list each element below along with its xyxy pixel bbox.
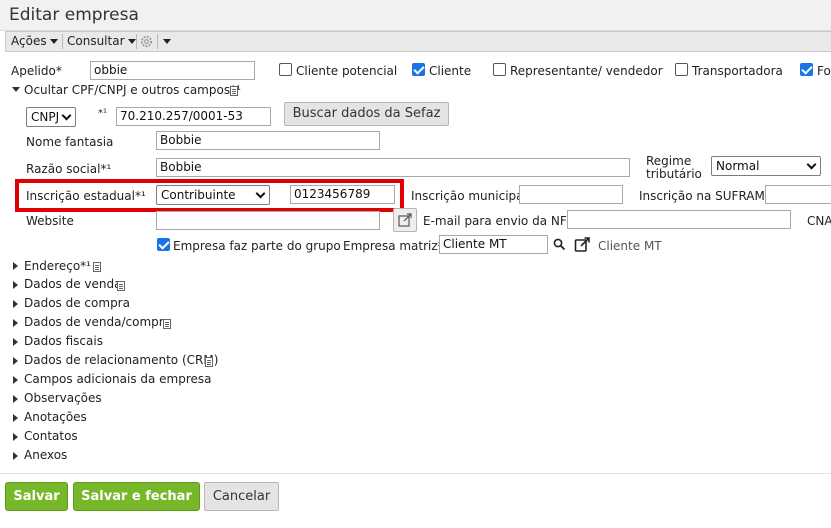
document-icon — [93, 262, 101, 272]
section-observacoes[interactable]: Observações — [24, 391, 102, 405]
checkbox-transportadora[interactable] — [675, 63, 688, 76]
checkbox-representante-label: Representante/ vendedor — [510, 64, 663, 78]
section-dados-crm[interactable]: Dados de relacionamento (CRM) — [24, 353, 218, 367]
chevron-down-icon — [127, 39, 136, 44]
razao-social-input[interactable]: Bobbie — [156, 158, 630, 177]
document-icon — [163, 319, 171, 329]
expand-icon[interactable] — [13, 433, 18, 441]
actions-menu-label: Ações — [11, 34, 47, 48]
regime-label-line1: Regime — [646, 154, 692, 168]
checkbox-representante[interactable] — [493, 63, 506, 76]
regime-label-line2: tributário — [646, 167, 702, 181]
expand-icon[interactable] — [13, 319, 18, 327]
expand-icon[interactable] — [13, 414, 18, 422]
toolbar-divider — [136, 34, 137, 49]
empresa-grupo-label: Empresa faz parte do grupo — [173, 239, 341, 253]
doc-required-mark: *¹ — [98, 108, 108, 119]
email-nfe-input[interactable] — [567, 210, 791, 229]
chevron-down-icon — [49, 39, 58, 44]
external-link-icon[interactable] — [574, 236, 591, 253]
website-input[interactable] — [156, 211, 380, 230]
email-nfe-label: E-mail para envio da NF-e — [423, 214, 579, 228]
nome-fantasia-label: Nome fantasia — [26, 135, 114, 149]
empresa-matriz-label: Empresa matriz* — [343, 239, 444, 253]
collapse-icon[interactable] — [12, 87, 20, 92]
toolbar-divider — [62, 34, 63, 49]
document-icon — [117, 281, 125, 291]
regime-select[interactable]: Normal — [711, 156, 821, 176]
settings-dropdown[interactable] — [160, 32, 171, 51]
cancel-button[interactable]: Cancelar — [204, 482, 279, 511]
section-anexos[interactable]: Anexos — [24, 448, 67, 462]
chevron-down-icon — [806, 159, 817, 170]
document-icon — [230, 86, 238, 96]
window-titlebar: Editar empresa — [0, 0, 831, 31]
section-dados-venda[interactable]: Dados de venda — [24, 277, 122, 291]
settings-menu[interactable] — [139, 32, 154, 51]
search-icon[interactable] — [553, 238, 566, 251]
checkbox-transportadora-label: Transportadora — [692, 64, 783, 78]
save-close-button[interactable]: Salvar e fechar — [73, 482, 200, 511]
empresa-matriz-input[interactable]: Cliente MT — [439, 235, 548, 254]
empresa-matriz-link[interactable]: Cliente MT — [598, 239, 662, 253]
doc-type-select[interactable]: CNPJ — [26, 107, 76, 127]
highlight-box — [15, 179, 404, 212]
search-sefaz-button[interactable]: Buscar dados da Sefaz — [284, 102, 449, 126]
checkbox-cliente-potencial[interactable] — [279, 63, 292, 76]
expand-icon[interactable] — [13, 338, 18, 346]
checkbox-cliente-potencial-label: Cliente potencial — [296, 64, 398, 78]
checkbox-cliente[interactable] — [412, 63, 425, 76]
inscricao-municipal-input[interactable] — [519, 185, 623, 204]
doc-type-value: CNPJ — [31, 110, 60, 124]
nome-fantasia-input[interactable]: Bobbie — [156, 131, 380, 150]
gear-icon — [140, 35, 153, 48]
expand-icon[interactable] — [13, 300, 18, 308]
cnpj-input[interactable]: 70.210.257/0001-53 — [116, 107, 271, 126]
toolbar-divider — [157, 34, 158, 49]
website-label: Website — [26, 214, 74, 228]
actions-menu[interactable]: Ações — [11, 32, 58, 51]
open-website-button[interactable] — [393, 208, 417, 232]
external-link-icon — [398, 213, 412, 227]
section-contatos[interactable]: Contatos — [24, 429, 78, 443]
expand-icon[interactable] — [13, 357, 18, 365]
expand-icon[interactable] — [13, 281, 18, 289]
suframa-label: Inscrição na SUFRAMA — [639, 189, 774, 203]
regime-value: Normal — [716, 159, 760, 173]
cpf-section-toggle[interactable]: Ocultar CPF/CNPJ e outros campos*¹ — [24, 83, 241, 97]
inscricao-municipal-label: Inscrição municipal — [411, 189, 527, 203]
section-campos-adicionais[interactable]: Campos adicionais da empresa — [24, 372, 212, 386]
document-icon — [205, 357, 213, 367]
expand-icon[interactable] — [13, 452, 18, 460]
save-button[interactable]: Salvar — [5, 482, 68, 511]
section-dados-fiscais[interactable]: Dados fiscais — [24, 334, 103, 348]
consult-menu-label: Consultar — [67, 34, 125, 48]
apelido-label: Apelido* — [11, 64, 62, 78]
window-title: Editar empresa — [9, 5, 139, 25]
section-endereco[interactable]: Endereço*¹ — [24, 259, 91, 273]
expand-icon[interactable] — [13, 395, 18, 403]
checkbox-fornecedor[interactable] — [800, 63, 813, 76]
expand-icon[interactable] — [13, 262, 18, 270]
checkbox-empresa-grupo[interactable] — [157, 238, 170, 251]
chevron-down-icon — [61, 110, 72, 121]
section-dados-compra[interactable]: Dados de compra — [24, 296, 130, 310]
cnae-label: CNA — [807, 214, 831, 228]
checkbox-cliente-label: Cliente — [429, 64, 472, 78]
toolbar: Ações Consultar — [5, 31, 831, 52]
consult-menu[interactable]: Consultar — [67, 32, 136, 51]
chevron-down-icon — [163, 39, 171, 44]
apelido-input[interactable]: obbie — [90, 61, 255, 80]
section-dados-venda-compra[interactable]: Dados de venda/compra — [24, 315, 171, 329]
regime-label: Regime tributário — [646, 155, 702, 181]
checkbox-fornecedor-label: For — [817, 64, 831, 78]
razao-social-label: Razão social*¹ — [26, 162, 112, 176]
expand-icon[interactable] — [13, 376, 18, 384]
section-anotacoes[interactable]: Anotações — [24, 410, 87, 424]
suframa-input[interactable] — [765, 185, 831, 204]
